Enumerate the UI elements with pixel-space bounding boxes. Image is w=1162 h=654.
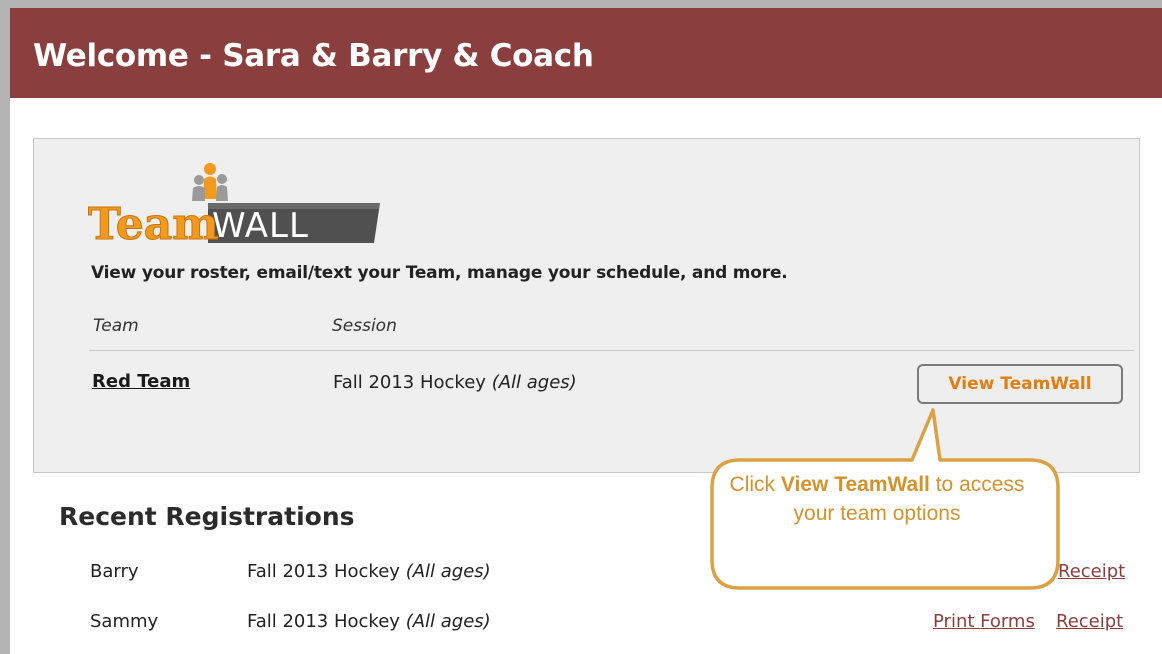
registrant-name: Sammy [90,611,159,632]
registration-session: Fall 2013 Hockey (All ages) [247,611,491,632]
session-age: (All ages) [491,372,577,393]
column-header-session: Session [332,316,397,336]
recent-registrations-title: Recent Registrations [59,502,355,531]
divider [89,350,1134,351]
window-frame-top [0,0,1162,8]
callout-prefix: Click [729,473,781,496]
team-session: Fall 2013 Hockey (All ages) [333,372,577,393]
callout-bold: View TeamWall [780,473,930,496]
people-icon [192,163,228,201]
window-frame-left [0,0,10,654]
session-name: Fall 2013 Hockey [247,611,400,632]
callout-text: Click View TeamWall to access your team … [712,470,1042,528]
teamwall-tagline: View your roster, email/text your Team, … [91,263,788,283]
session-name: Fall 2013 Hockey [333,372,486,393]
print-forms-link[interactable]: Print Forms [933,611,1035,632]
teamwall-logo: WALL Team [88,163,380,249]
receipt-link[interactable]: Receipt [1056,611,1123,632]
welcome-header: Welcome - Sara & Barry & Coach [10,8,1162,98]
page-title: Welcome - Sara & Barry & Coach [33,38,594,74]
registration-session: Fall 2013 Hockey (All ages) [247,561,491,582]
logo-team-text: Team [88,199,219,249]
view-teamwall-button[interactable]: View TeamWall [917,364,1123,404]
session-age: (All ages) [405,611,491,632]
registrant-name: Barry [90,561,139,582]
logo-wall-text: WALL [212,206,309,246]
column-header-team: Team [93,316,139,336]
team-link-red-team[interactable]: Red Team [92,371,190,392]
session-name: Fall 2013 Hockey [247,561,400,582]
session-age: (All ages) [405,561,491,582]
